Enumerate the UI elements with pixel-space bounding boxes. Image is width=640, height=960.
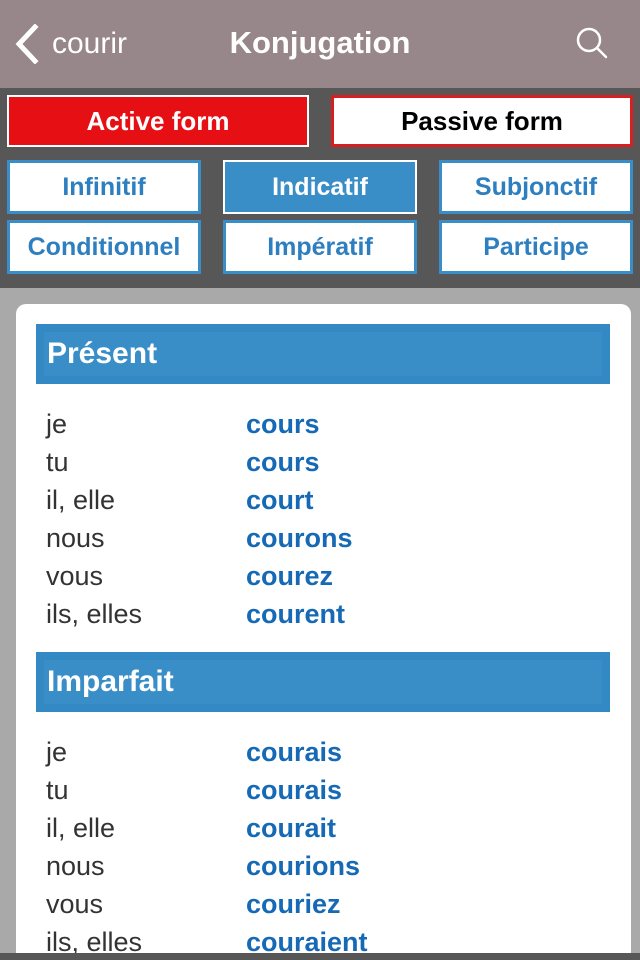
mood-infinitif-button[interactable]: Infinitif	[7, 160, 201, 214]
mood-imperatif-button[interactable]: Impératif	[223, 220, 417, 274]
navigation-bar: courir Konjugation	[0, 0, 640, 88]
pronoun: vous	[46, 560, 104, 591]
pronoun: je	[46, 736, 68, 767]
pronoun: nous	[46, 522, 105, 553]
conjugation-row: tu courais	[46, 771, 368, 809]
conjugation-row: ils, elles courent	[46, 595, 353, 633]
conjugation-list-imparfait: je courais tu courais il, elle courait n…	[46, 733, 368, 960]
conjugation-row: il, elle courait	[46, 809, 368, 847]
mood-subjonctif-button[interactable]: Subjonctif	[439, 160, 633, 214]
verb-form: courait	[246, 812, 337, 843]
pronoun: je	[46, 408, 68, 439]
verb-form: courions	[246, 850, 361, 881]
conjugation-list-present: je cours tu cours il, elle court nous co…	[46, 405, 353, 633]
verb-form: courons	[246, 522, 353, 553]
passive-form-button[interactable]: Passive form	[331, 95, 633, 147]
active-form-button[interactable]: Active form	[7, 95, 309, 147]
verb-form: court	[246, 484, 314, 515]
mood-indicatif-button[interactable]: Indicatif	[223, 160, 417, 214]
bottom-bar	[0, 953, 640, 960]
page-title: Konjugation	[229, 25, 411, 60]
pronoun: il, elle	[46, 812, 116, 843]
search-icon[interactable]	[572, 24, 612, 64]
conjugation-row: vous couriez	[46, 885, 368, 923]
conjugation-row: il, elle court	[46, 481, 353, 519]
conjugation-row: nous courons	[46, 519, 353, 557]
verb-form: cours	[246, 408, 320, 439]
pronoun: tu	[46, 446, 69, 477]
verb-form: courais	[246, 736, 343, 767]
verb-form: cours	[246, 446, 320, 477]
pronoun: ils, elles	[46, 598, 143, 629]
verb-form: courez	[246, 560, 334, 591]
verb-form: courent	[246, 598, 346, 629]
conjugation-row: je courais	[46, 733, 368, 771]
mood-participe-button[interactable]: Participe	[439, 220, 633, 274]
mood-conditionnel-button[interactable]: Conditionnel	[7, 220, 201, 274]
conjugation-row: je cours	[46, 405, 353, 443]
verb-form: courais	[246, 774, 343, 805]
conjugation-row: tu cours	[46, 443, 353, 481]
pronoun: vous	[46, 888, 104, 919]
verb-form: couriez	[246, 888, 341, 919]
pronoun: il, elle	[46, 484, 116, 515]
conjugation-card[interactable]: Présent je cours tu cours il, elle court…	[16, 304, 631, 960]
tense-title: Imparfait	[47, 665, 174, 698]
conjugation-row: nous courions	[46, 847, 368, 885]
tense-header-present: Présent	[36, 324, 610, 384]
tense-header-imparfait: Imparfait	[36, 652, 610, 712]
conjugation-row: vous courez	[46, 557, 353, 595]
pronoun: tu	[46, 774, 69, 805]
controls-panel: Active form Passive form Infinitif Indic…	[0, 88, 640, 288]
tense-title: Présent	[47, 337, 158, 370]
pronoun: nous	[46, 850, 105, 881]
